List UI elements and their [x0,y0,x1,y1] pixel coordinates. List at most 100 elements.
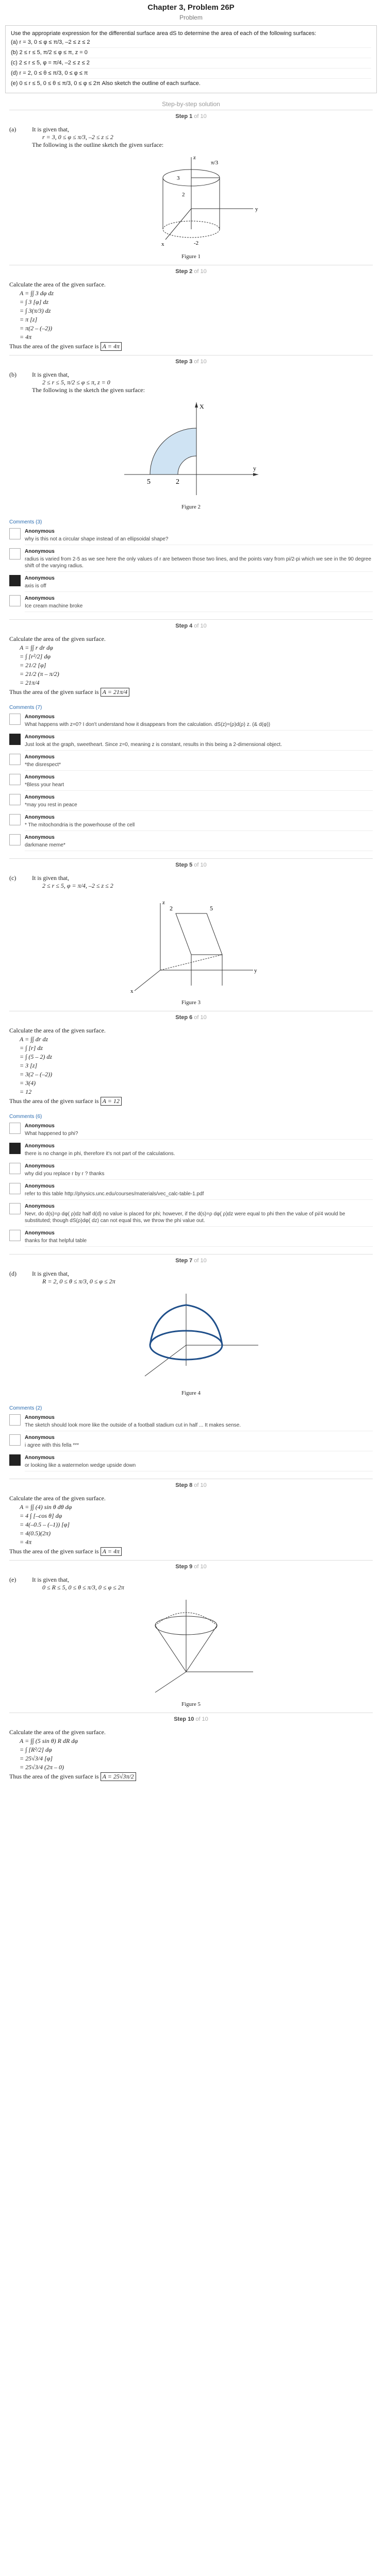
comment-author[interactable]: Anonymous [25,1163,373,1170]
comment-author[interactable]: Anonymous [25,734,373,740]
comments-toggle[interactable]: Comments (2) [9,1405,373,1411]
comment-body: Anonymous * The mitochondria is the power… [25,814,373,831]
condition: 2 ≤ r ≤ 5, φ = π/4, –2 ≤ z ≤ 2 [42,882,113,889]
comment-author[interactable]: Anonymous [25,774,373,781]
part-b: (b) It is given that, 2 ≤ r ≤ 5, π/2 ≤ φ… [9,371,373,394]
step-10: Step 10 of 10 Calculate the area of the g… [9,1713,373,1785]
step-label: Step 1 [175,113,193,120]
r-label: 3 [177,175,180,181]
step-4-body: Calculate the area of the given surface.… [9,632,373,701]
avatar [9,1203,21,1214]
comment-body: Anonymous thanks for that helpful table [25,1230,373,1247]
result-line: Thus the area of the given surface is A … [9,688,373,697]
step-3-body: (b) It is given that, 2 ≤ r ≤ 5, π/2 ≤ φ… [9,368,373,515]
chapter-title: Chapter 3, Problem 26P [147,3,235,12]
answer-box: A = 12 [100,1097,122,1106]
result-text: Thus the area of the given surface is [9,1097,99,1105]
step-7-body: (d) It is given that, R = 2, 0 ≤ θ ≤ π/3… [9,1267,373,1401]
equation-line: A = ∫∫ r dr dφ [20,644,53,651]
step-6: Step 6 of 10 Calculate the area of the gi… [9,1011,373,1110]
comment: Anonymous What happens with z=0? I don't … [9,714,373,731]
comment-author[interactable]: Anonymous [25,1414,373,1421]
comment-author[interactable]: Anonymous [25,714,373,720]
step-9-header: Step 9 of 10 [9,1560,373,1573]
result-line: Thus the area of the given surface is A … [9,1547,373,1556]
avatar [9,714,21,725]
equation-line: = π(2 – (–2)) [20,325,53,332]
comment-author[interactable]: Anonymous [25,595,373,602]
comment: Anonymous axis is off [9,575,373,592]
comment-author[interactable]: Anonymous [25,1143,373,1149]
comment-text: or looking like a watermelon wedge upsid… [25,1463,136,1468]
comments-toggle[interactable]: Comments (6) [9,1114,373,1120]
comment-author[interactable]: Anonymous [25,575,373,582]
equation-line: = 12 [20,1088,32,1095]
figure-4 [9,1289,373,1386]
comment-author[interactable]: Anonymous [25,794,373,801]
step-count: of 10 [194,113,207,120]
comment-text: Just look at the graph, sweetheart. Sinc… [25,742,282,748]
comment-author[interactable]: Anonymous [25,1183,373,1190]
step-9: Step 9 of 10 (e) It is given that, 0 ≤ R … [9,1560,373,1713]
comment-author[interactable]: Anonymous [25,1230,373,1236]
step-3: Step 3 of 10 (b) It is given that, 2 ≤ r … [9,355,373,515]
avatar [9,734,21,745]
part-label: (d) [9,1270,16,1277]
condition: r = 3, 0 ≤ φ ≤ π/3, –2 ≤ z ≤ 2 [42,133,113,141]
step-count: of 10 [194,1014,207,1021]
comment-text: thanks for that helpful table [25,1238,87,1244]
comment: Anonymous * The mitochondria is the power… [9,814,373,831]
comment-body: Anonymous What happened to phi? [25,1123,373,1140]
comment-text: *may you rest in peace [25,802,77,808]
comment-author[interactable]: Anonymous [25,1434,373,1441]
avatar [9,1454,21,1466]
comment-text: What happened to phi? [25,1131,78,1137]
equation-line: = ∫ [R²/2] dφ [20,1746,52,1753]
equation-line: = ∫ [r] dz [20,1044,43,1052]
figure-caption: Figure 3 [181,999,201,1006]
comment-text: *Bless your heart [25,782,64,788]
avatar [9,754,21,765]
step-label: Step 2 [175,268,193,275]
comments-toggle[interactable]: Comments (3) [9,519,373,525]
y-axis-label: y [255,206,258,212]
comment-author[interactable]: Anonymous [25,814,373,821]
comment-text: why is this not a circular shape instead… [25,536,169,542]
two-label: 2 [170,905,173,912]
comment-author[interactable]: Anonymous [25,1203,373,1210]
step-8: Step 8 of 10 Calculate the area of the gi… [9,1479,373,1560]
step-2-header: Step 2 of 10 [9,265,373,278]
comment-body: Anonymous radius is varied from 2-5 as we… [25,548,373,572]
step-5-header: Step 5 of 10 [9,858,373,871]
two-label: 2 [176,478,179,486]
given-text: It is given that, [32,874,69,882]
figure-caption: Figure 1 [181,253,201,260]
step-count: of 10 [194,359,207,365]
avatar [9,528,21,539]
comment: Anonymous why did you replace r by r ? th… [9,1163,373,1180]
comment-author[interactable]: Anonymous [25,528,373,535]
comment: Anonymous Nevr, do d(s)=ρ dφ( ρ)dz half d… [9,1203,373,1227]
comment: Anonymous thanks for that helpful table [9,1230,373,1247]
given-text: It is given that, [32,126,69,133]
comment-author[interactable]: Anonymous [25,754,373,760]
comment-author[interactable]: Anonymous [25,1123,373,1129]
comment-author[interactable]: Anonymous [25,548,373,555]
part-c: (c) It is given that, 2 ≤ r ≤ 5, φ = π/4… [9,874,373,890]
equation-line: = 21/2 (π – π/2) [20,670,59,677]
comment-author[interactable]: Anonymous [25,834,373,841]
given-text: It is given that, [32,1270,69,1277]
step-2: Step 2 of 10 Calculate the area of the gi… [9,265,373,355]
result-text: Thus the area of the given surface is [9,343,99,350]
comment-body: Anonymous The sketch should look more lik… [25,1414,373,1431]
step-9-body: (e) It is given that, 0 ≤ R ≤ 5, 0 ≤ θ ≤… [9,1573,373,1713]
step-by-step-label: Step-by-step solution [162,100,220,108]
five-label: 5 [147,478,151,486]
comments-toggle[interactable]: Comments (7) [9,705,373,710]
equation-line: = π [z] [20,316,38,323]
comment-author[interactable]: Anonymous [25,1454,373,1461]
y-axis-label: y [254,968,257,974]
part-a: (a) It is given that, r = 3, 0 ≤ φ ≤ π/3… [9,126,373,149]
comment-body: Anonymous why did you replace r by r ? th… [25,1163,373,1180]
comment-text: * The mitochondria is the powerhouse of … [25,822,135,828]
